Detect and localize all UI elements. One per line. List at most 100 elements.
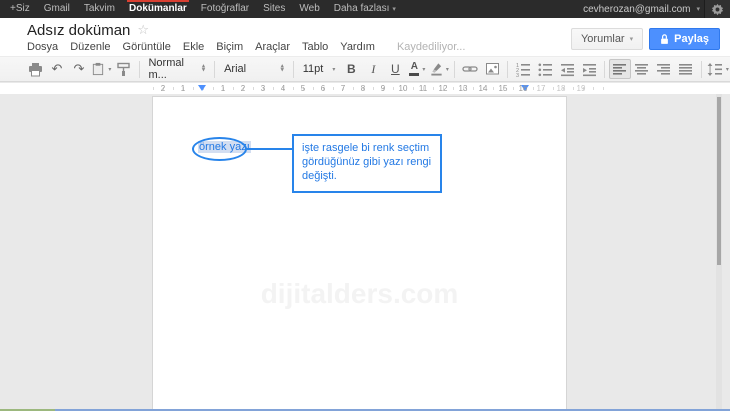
ruler-number: 11 [419,84,427,93]
annotation-connector-line [246,148,292,150]
align-right-button[interactable] [653,59,675,79]
chevron-down-icon: ▾ [422,66,425,73]
indent-icon [582,62,597,77]
ruler-number: 4 [281,84,285,93]
bold-icon: B [347,62,356,76]
ruler[interactable]: 2112345678910111213141516171819 [0,83,730,94]
web-clipboard-button[interactable]: ▾ [90,59,113,79]
insert-image-button[interactable] [481,59,503,79]
bold-button[interactable]: B [340,59,362,79]
indent-button[interactable] [578,59,600,79]
google-bar: +Siz Gmail Takvim Dokümanlar Fotoğraflar… [0,0,730,18]
style-dropdown[interactable]: Normal m... ▲▼ [143,59,210,79]
underline-icon: U [391,62,400,76]
align-center-icon [634,62,649,77]
svg-text:3: 3 [516,73,519,77]
outdent-button[interactable] [556,59,578,79]
chevron-down-icon: ▾ [726,66,729,73]
menu-dosya[interactable]: Dosya [21,38,64,56]
topbar-item-sites[interactable]: Sites [256,0,292,18]
chevron-down-icon: ▾ [630,35,634,43]
menu-goruntule[interactable]: Görüntüle [117,38,177,56]
settings-gear-button[interactable] [704,0,730,18]
ruler-number: 8 [361,84,365,93]
topbar-more-label: Daha fazlası [334,3,390,14]
italic-button[interactable]: I [362,59,384,79]
comments-button[interactable]: Yorumlar ▾ [571,28,643,50]
menu-bicim[interactable]: Biçim [210,38,249,56]
numbered-list-icon: 123 [515,62,531,77]
google-bar-links: +Siz Gmail Takvim Dokümanlar Fotoğraflar… [0,0,403,18]
align-justify-button[interactable] [675,59,697,79]
print-button[interactable] [24,59,46,79]
document-header: Adsız doküman ☆ Yorumlar ▾ Paylaş Dosya … [0,18,730,56]
ruler-indent-marker[interactable] [198,85,206,91]
topbar-item-dokumanlar[interactable]: Dokümanlar [122,0,194,18]
ruler-number: 9 [381,84,385,93]
ruler-number: 18 [557,84,566,93]
topbar-item-siz[interactable]: +Siz [3,0,37,18]
line-spacing-button[interactable]: ▾ [706,59,730,79]
topbar-item-daha-fazlasi[interactable]: Daha fazlası▾ [327,0,403,18]
font-value: Arial [224,63,246,75]
menu-duzenle[interactable]: Düzenle [64,38,116,56]
paint-format-button[interactable] [113,59,135,79]
align-left-button[interactable] [609,59,631,79]
menu-bar: Dosya Düzenle Görüntüle Ekle Biçim Araçl… [21,38,465,56]
document-title[interactable]: Adsız doküman [27,22,130,39]
bulleted-list-icon [537,62,553,77]
font-dropdown[interactable]: Arial ▲▼ [219,59,289,79]
title-row: Adsız doküman ☆ [27,22,149,39]
toolbar-separator [604,61,605,78]
annotation-callout-box: işte rasgele bi renk seçtim gördüğünüz g… [292,134,442,193]
account-email-menu[interactable]: cevherozan@gmail.com ▾ [583,4,700,15]
ruler-number: 16 [519,84,528,93]
font-size-dropdown[interactable]: 11pt ▾ [298,59,341,79]
topbar-item-fotograflar[interactable]: Fotoğraflar [194,0,256,18]
topbar-item-gmail[interactable]: Gmail [37,0,77,18]
ruler-number: 14 [479,84,488,93]
gear-icon [711,3,724,16]
save-status: Kaydediliyor... [397,41,465,53]
vertical-scrollbar-thumb[interactable] [717,97,721,265]
topbar-item-web[interactable]: Web [292,0,326,18]
underline-button[interactable]: U [384,59,406,79]
bulleted-list-button[interactable] [534,59,556,79]
undo-button[interactable]: ↶ [46,59,68,79]
menu-ekle[interactable]: Ekle [177,38,210,56]
ruler-number: 1 [221,84,225,93]
share-button[interactable]: Paylaş [649,28,720,50]
redo-button[interactable]: ↷ [68,59,90,79]
ruler-number: 6 [321,84,325,93]
chevron-down-icon: ▾ [696,5,700,13]
highlight-color-button[interactable]: ▾ [428,59,450,79]
share-button-label: Paylaş [674,33,709,45]
highlighter-icon [430,62,443,76]
topbar-item-takvim[interactable]: Takvim [77,0,122,18]
menu-yardim[interactable]: Yardım [334,38,381,56]
updown-arrows-icon: ▲▼ [202,65,205,73]
toolbar-separator [507,61,508,78]
comments-button-label: Yorumlar [581,33,625,45]
menu-tablo[interactable]: Tablo [296,38,334,56]
ruler-number: 10 [399,84,408,93]
ruler-number: 12 [439,84,448,93]
vertical-scrollbar-track[interactable] [716,94,722,409]
numbered-list-button[interactable]: 123 [512,59,534,79]
account-email: cevherozan@gmail.com [583,4,690,15]
font-size-value: 11pt [303,63,324,75]
ruler-number: 5 [301,84,305,93]
print-icon [28,62,43,77]
format-toolbar: ↶ ↷ ▾ Normal m... ▲▼ Arial ▲▼ 11pt ▾ B I… [0,56,730,82]
menu-araclar[interactable]: Araçlar [249,38,296,56]
star-icon[interactable]: ☆ [137,24,149,37]
annotation-callout-text: işte rasgele bi renk seçtim gördüğünüz g… [302,142,431,182]
chevron-down-icon: ▾ [332,66,335,73]
insert-link-button[interactable] [459,59,481,79]
clipboard-icon [91,62,105,76]
text-color-button[interactable]: A ▾ [406,59,428,79]
text-color-icon: A [409,62,419,76]
ruler-number: 13 [459,84,468,93]
align-center-button[interactable] [631,59,653,79]
image-icon [485,62,500,76]
